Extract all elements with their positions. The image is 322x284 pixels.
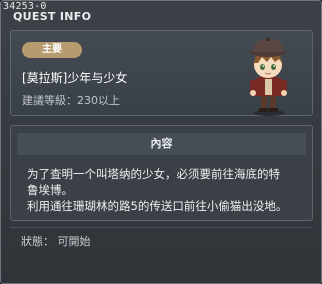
quest-title: [莫拉斯]少年与少女: [22, 71, 128, 85]
description-line: 为了查明一个叫塔纳的少女，必须要前往海底的特: [27, 167, 280, 181]
quest-header-panel: 主要 [莫拉斯]少年与少女 建議等級：230以上: [10, 30, 313, 116]
description-line: 鲁埃博。: [27, 183, 73, 197]
quest-description: 为了查明一个叫塔纳的少女，必须要前往海底的特 鲁埃博。 利用通往珊瑚林的路5的传…: [27, 166, 309, 214]
npc-boy-portrait: [250, 38, 287, 116]
content-header: 內容: [17, 133, 306, 155]
quest-info-window: 34253-0 QUEST INFO 主要 [莫拉斯]少年与少女 建議等級：23…: [0, 0, 322, 284]
quest-status: 狀態： 可開始: [21, 235, 91, 248]
quest-type-badge: 主要: [22, 42, 82, 58]
recommended-level: 建議等級：230以上: [22, 94, 120, 107]
window-title: QUEST INFO: [13, 10, 92, 23]
status-divider: [10, 227, 313, 228]
quest-content-panel: 內容 为了查明一个叫塔纳的少女，必须要前往海底的特 鲁埃博。 利用通往珊瑚林的路…: [10, 125, 313, 221]
description-line: 利用通往珊瑚林的路5的传送口前往小偷猫出没地。: [27, 199, 288, 213]
